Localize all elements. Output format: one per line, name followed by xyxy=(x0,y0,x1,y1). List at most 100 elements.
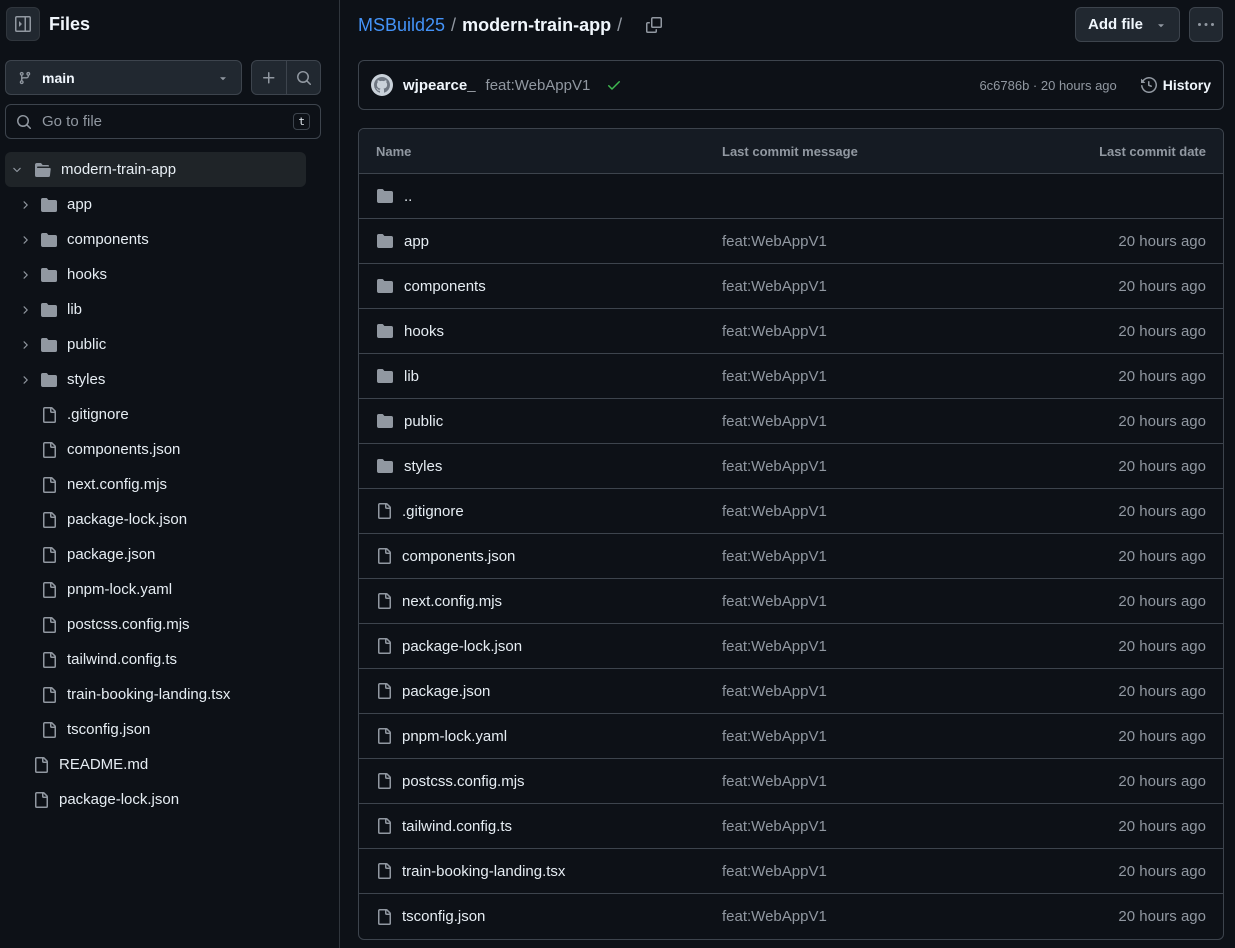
file-name-link[interactable]: hooks xyxy=(404,323,444,340)
parent-directory-link[interactable]: .. xyxy=(404,188,412,205)
tree-item-folder[interactable]: hooks xyxy=(0,257,340,292)
file-name-link[interactable]: tailwind.config.ts xyxy=(402,818,512,835)
table-row[interactable]: components feat:WebAppV1 20 hours ago xyxy=(359,264,1223,309)
commit-message-link[interactable]: feat:WebAppV1 xyxy=(722,908,1118,925)
commit-author-link[interactable]: wjpearce_ xyxy=(403,77,476,94)
commit-message-link[interactable]: feat:WebAppV1 xyxy=(722,593,1118,610)
tree-item-file[interactable]: .gitignore xyxy=(0,397,340,432)
check-icon[interactable] xyxy=(606,77,622,93)
commit-message-link[interactable]: feat:WebAppV1 xyxy=(722,413,1118,430)
file-name-link[interactable]: public xyxy=(404,413,443,430)
file-name-link[interactable]: components xyxy=(404,278,486,295)
copy-path-button[interactable] xyxy=(642,13,666,37)
file-name-link[interactable]: tsconfig.json xyxy=(402,908,485,925)
table-row[interactable]: app feat:WebAppV1 20 hours ago xyxy=(359,219,1223,264)
table-row[interactable]: train-booking-landing.tsx feat:WebAppV1 20… xyxy=(359,849,1223,894)
table-row[interactable]: hooks feat:WebAppV1 20 hours ago xyxy=(359,309,1223,354)
tree-item-file[interactable]: package-lock.json xyxy=(0,502,340,537)
tree-item-file[interactable]: train-booking-landing.tsx xyxy=(0,677,340,712)
tree-item-file[interactable]: README.md xyxy=(0,747,340,782)
commit-message-link[interactable]: feat:WebAppV1 xyxy=(722,368,1118,385)
tree-item-file[interactable]: components.json xyxy=(0,432,340,467)
avatar[interactable] xyxy=(371,74,393,96)
chevron-right-icon[interactable] xyxy=(17,337,33,353)
file-icon xyxy=(376,908,392,925)
parent-directory-row[interactable]: .. xyxy=(359,174,1223,219)
table-row[interactable]: components.json feat:WebAppV1 20 hours ago xyxy=(359,534,1223,579)
file-name-link[interactable]: app xyxy=(404,233,429,250)
table-row[interactable]: .gitignore feat:WebAppV1 20 hours ago xyxy=(359,489,1223,534)
commit-message-link[interactable]: feat:WebAppV1 xyxy=(722,548,1118,565)
tree-item-file[interactable]: postcss.config.mjs xyxy=(0,607,340,642)
file-name-link[interactable]: postcss.config.mjs xyxy=(402,773,525,790)
file-name-link[interactable]: .gitignore xyxy=(402,503,464,520)
kebab-horizontal-icon xyxy=(1198,17,1214,33)
commit-message-link[interactable]: feat:WebAppV1 xyxy=(722,818,1118,835)
file-name-link[interactable]: package-lock.json xyxy=(402,638,522,655)
table-row[interactable]: postcss.config.mjs feat:WebAppV1 20 hours … xyxy=(359,759,1223,804)
commit-hash-and-time[interactable]: 6c6786b · 20 hours ago xyxy=(979,78,1116,93)
tree-item-label: tailwind.config.ts xyxy=(67,651,178,668)
add-file-sidebar-button[interactable] xyxy=(252,61,286,94)
file-name-link[interactable]: lib xyxy=(404,368,419,385)
search-code-button[interactable] xyxy=(286,61,320,94)
commit-message-link[interactable]: feat:WebAppV1 xyxy=(722,503,1118,520)
table-row[interactable]: package-lock.json feat:WebAppV1 20 hours a… xyxy=(359,624,1223,669)
tree-item-folder[interactable]: styles xyxy=(0,362,340,397)
table-row[interactable]: tsconfig.json feat:WebAppV1 20 hours ago xyxy=(359,894,1223,939)
table-row[interactable]: styles feat:WebAppV1 20 hours ago xyxy=(359,444,1223,489)
history-button[interactable]: History xyxy=(1135,77,1211,93)
chevron-right-icon[interactable] xyxy=(17,302,33,318)
tree-item-file[interactable]: pnpm-lock.yaml xyxy=(0,572,340,607)
commit-message-link[interactable]: feat:WebAppV1 xyxy=(722,863,1118,880)
tree-item-file[interactable]: package.json xyxy=(0,537,340,572)
file-name-link[interactable]: components.json xyxy=(402,548,515,565)
file-name-link[interactable]: styles xyxy=(404,458,442,475)
table-row[interactable]: public feat:WebAppV1 20 hours ago xyxy=(359,399,1223,444)
table-row[interactable]: lib feat:WebAppV1 20 hours ago xyxy=(359,354,1223,399)
chevron-down-icon[interactable] xyxy=(9,162,25,178)
tree-item-folder[interactable]: app xyxy=(0,187,340,222)
tree-item-label: pnpm-lock.yaml xyxy=(67,581,173,598)
chevron-right-icon[interactable] xyxy=(17,197,33,213)
chevron-right-icon[interactable] xyxy=(17,232,33,248)
go-to-file-input[interactable] xyxy=(42,113,294,130)
branch-selector[interactable]: main xyxy=(5,60,242,95)
collapse-sidebar-button[interactable] xyxy=(6,7,40,41)
commit-message-link[interactable]: feat:WebAppV1 xyxy=(722,458,1118,475)
file-name-link[interactable]: pnpm-lock.yaml xyxy=(402,728,507,745)
file-icon xyxy=(376,863,392,879)
add-file-button[interactable]: Add file xyxy=(1075,7,1180,42)
tree-item-file[interactable]: tailwind.config.ts xyxy=(0,642,340,677)
more-options-button[interactable] xyxy=(1189,7,1223,42)
tree-item-file[interactable]: package-lock.json xyxy=(0,782,340,817)
table-row[interactable]: package.json feat:WebAppV1 20 hours ago xyxy=(359,669,1223,714)
tree-item-folder[interactable]: lib xyxy=(0,292,340,327)
tree-item-root-folder[interactable]: modern-train-app xyxy=(5,152,306,187)
table-row[interactable]: pnpm-lock.yaml feat:WebAppV1 20 hours ago xyxy=(359,714,1223,759)
file-name-link[interactable]: package.json xyxy=(402,683,490,700)
commit-message-link[interactable]: feat:WebAppV1 xyxy=(722,683,1118,700)
chevron-right-icon[interactable] xyxy=(17,267,33,283)
commit-message-link[interactable]: feat:WebAppV1 xyxy=(722,233,1118,250)
breadcrumb-owner-link[interactable]: MSBuild25 xyxy=(358,15,445,36)
commit-message-link[interactable]: feat:WebAppV1 xyxy=(722,323,1118,340)
tree-item-folder[interactable]: components xyxy=(0,222,340,257)
tree-item-file[interactable]: tsconfig.json xyxy=(0,712,340,747)
commit-message-link[interactable]: feat:WebAppV1 xyxy=(722,728,1118,745)
commit-message-link[interactable]: feat:WebAppV1 xyxy=(722,638,1118,655)
chevron-right-icon[interactable] xyxy=(17,372,33,388)
table-row[interactable]: tailwind.config.ts feat:WebAppV1 20 hours … xyxy=(359,804,1223,849)
file-name-link[interactable]: train-booking-landing.tsx xyxy=(402,863,565,880)
commit-message-link[interactable]: feat:WebAppV1 xyxy=(722,773,1118,790)
name-cell: app xyxy=(376,233,722,250)
tree-item-file[interactable]: next.config.mjs xyxy=(0,467,340,502)
commit-date: 20 hours ago xyxy=(1118,277,1206,295)
commit-message-link[interactable]: feat:WebAppV1 xyxy=(722,278,1118,295)
table-row[interactable]: next.config.mjs feat:WebAppV1 20 hours ago xyxy=(359,579,1223,624)
tree-item-folder[interactable]: public xyxy=(0,327,340,362)
commit-message-link[interactable]: feat:WebAppV1 xyxy=(486,77,591,94)
file-name-link[interactable]: next.config.mjs xyxy=(402,593,502,610)
triangle-down-icon xyxy=(1155,19,1167,31)
